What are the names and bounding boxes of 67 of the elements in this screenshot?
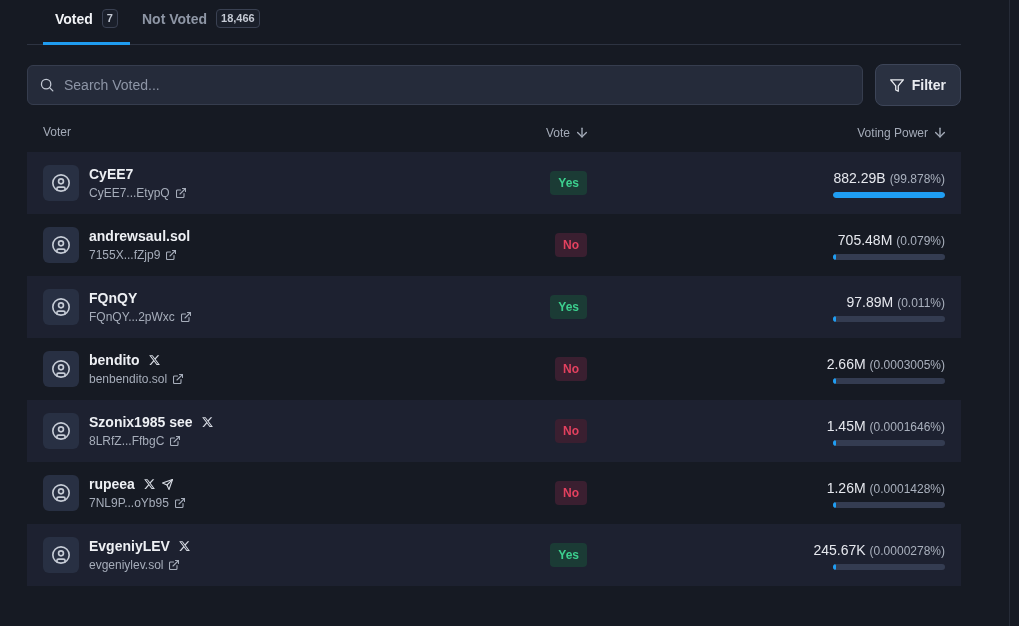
voting-power-share: (0.0000278%) (869, 543, 945, 558)
x-logo-icon[interactable] (201, 417, 213, 427)
column-header[interactable]: Voting Power (857, 125, 945, 140)
funnel-icon (889, 78, 904, 92)
arrow-down-icon (577, 127, 587, 138)
vote-badge: No (555, 233, 587, 257)
user-avatar-icon (43, 475, 79, 511)
external-link-icon[interactable] (175, 188, 186, 198)
voter-name: bendito (89, 351, 140, 369)
voting-power-share: (0.0001428%) (869, 481, 945, 496)
search-icon (40, 78, 54, 92)
external-link-icon[interactable] (166, 250, 177, 260)
wallet-address: 7155X...fZjp9 (89, 247, 161, 263)
arrow-down-icon (935, 127, 945, 138)
paper-plane-icon[interactable] (161, 478, 173, 490)
voter-name: Szonix1985 see (89, 413, 193, 431)
voting-power-share: (0.0001646%) (869, 419, 945, 434)
external-link-icon[interactable] (170, 436, 181, 446)
voting-power-share: (99.878%) (889, 171, 945, 186)
filter-button[interactable]: Filter (874, 64, 961, 106)
user-avatar-icon (43, 289, 79, 325)
voting-power-share: (0.0003005%) (869, 357, 945, 372)
vote-badge: Yes (550, 543, 587, 567)
voter-name: CyEE7 (89, 165, 134, 183)
wallet-address: evgeniylev.sol (89, 557, 164, 573)
voting-power-share: (0.011%) (897, 295, 945, 310)
wallet-address: benbendito.sol (89, 371, 168, 387)
external-link-icon[interactable] (174, 498, 185, 508)
user-avatar-icon (43, 165, 79, 201)
voter-name: FQnQY (89, 289, 138, 307)
search-field[interactable]: Search Voted... (27, 65, 863, 105)
tab[interactable]: Not Voted 18,466 (130, 0, 272, 45)
x-logo-icon[interactable] (143, 479, 155, 489)
external-link-icon[interactable] (180, 312, 191, 322)
user-avatar-icon (43, 537, 79, 573)
voting-power-amount: 1.45M (826, 416, 866, 435)
user-avatar-icon (43, 413, 79, 449)
vote-badge: No (555, 419, 587, 443)
voting-power-amount: 2.66M (826, 354, 866, 373)
voting-power-amount: 245.67K (813, 540, 866, 559)
tab[interactable]: Voted 7 (43, 0, 130, 45)
voting-power-amount: 1.26M (826, 478, 866, 497)
wallet-address: CyEE7...EtypQ (89, 185, 170, 201)
vote-badge: No (555, 481, 587, 505)
voter-name: andrewsaul.sol (89, 227, 191, 245)
x-logo-icon[interactable] (148, 355, 160, 365)
column-header: Voter (43, 125, 72, 140)
voting-power-amount: 882.29B (833, 168, 886, 187)
column-header[interactable]: Vote (545, 125, 587, 140)
voter-name: EvgeniyLEV (89, 537, 170, 555)
wallet-address: FQnQY...2pWxc (89, 309, 175, 325)
wallet-address: 7NL9P...oYb95 (89, 495, 169, 511)
external-link-icon[interactable] (169, 560, 180, 570)
voting-power-share: (0.079%) (896, 233, 945, 248)
vote-badge: Yes (550, 171, 587, 195)
wallet-address: 8LRfZ...FfbgC (89, 433, 165, 449)
vote-badge: No (555, 357, 587, 381)
count-badge: 7 (101, 9, 118, 28)
count-badge: 18,466 (216, 9, 260, 28)
voting-power-amount: 97.89M (846, 292, 894, 311)
voter-name: rupeea (89, 475, 135, 493)
user-avatar-icon (43, 227, 79, 263)
user-avatar-icon (43, 351, 79, 387)
voting-power-amount: 705.48M (837, 230, 893, 249)
vote-badge: Yes (550, 295, 587, 319)
external-link-icon[interactable] (173, 374, 184, 384)
x-logo-icon[interactable] (178, 541, 190, 551)
